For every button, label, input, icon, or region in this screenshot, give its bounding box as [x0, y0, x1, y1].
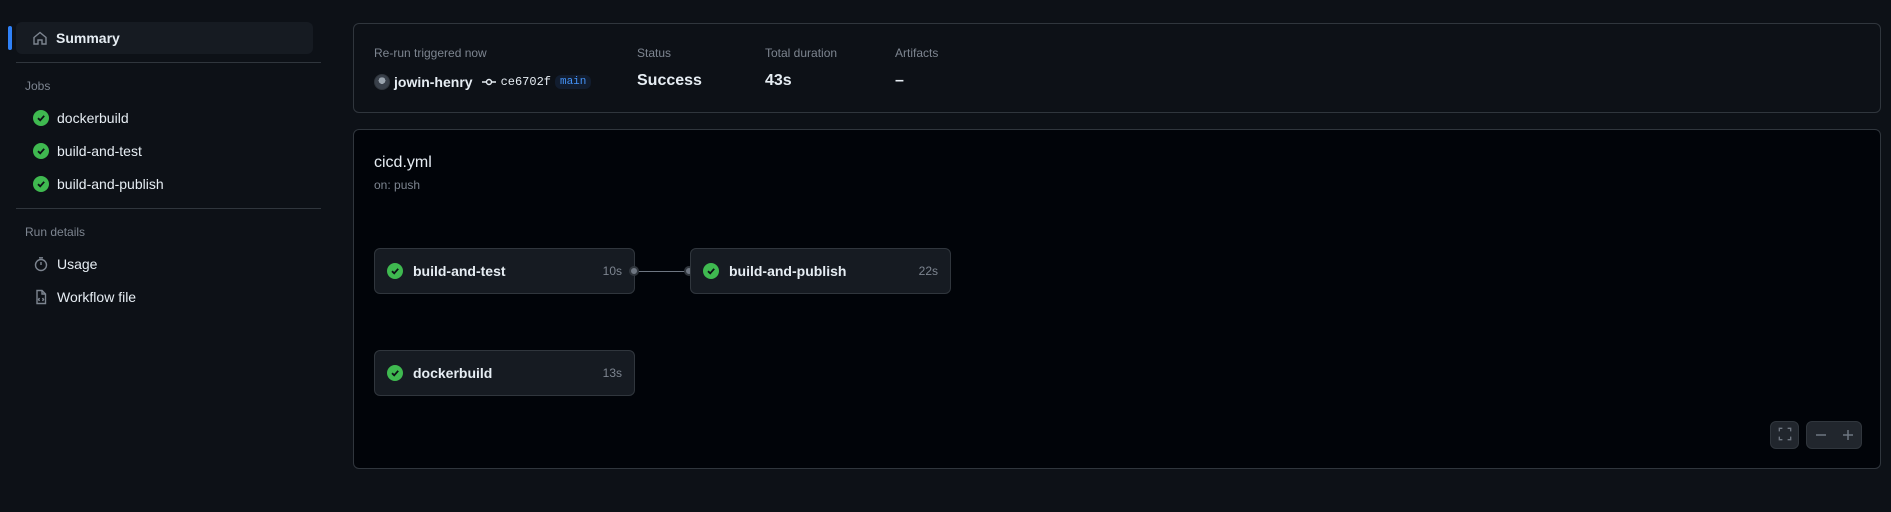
avatar[interactable]: [374, 74, 390, 90]
sidebar-item-label: build-and-test: [57, 142, 142, 159]
zoom-controls: [1806, 421, 1862, 449]
sidebar-item-build-and-publish[interactable]: build-and-publish: [16, 167, 313, 200]
sidebar-item-label: dockerbuild: [57, 109, 129, 126]
active-indicator: [8, 26, 12, 50]
check-circle-icon: [703, 263, 719, 279]
workflow-file-title[interactable]: cicd.yml: [374, 154, 432, 172]
status-label: Status: [637, 46, 672, 60]
run-details-list: Usage Workflow file: [8, 247, 313, 313]
divider: [16, 62, 321, 63]
zoom-in-button[interactable]: [1834, 422, 1861, 448]
check-circle-icon: [33, 142, 49, 159]
sidebar-item-build-and-test[interactable]: build-and-test: [16, 134, 313, 167]
actor-link[interactable]: jowin-henry: [394, 74, 473, 90]
run-details-heading: Run details: [25, 225, 86, 239]
plus-icon: [1842, 430, 1853, 440]
job-name: build-and-publish: [729, 263, 847, 279]
sidebar-item-summary[interactable]: Summary: [8, 22, 313, 54]
job-node-build-and-publish[interactable]: build-and-publish 22s: [690, 248, 951, 294]
job-name: build-and-test: [413, 263, 506, 279]
job-duration: 10s: [602, 264, 622, 278]
job-node-build-and-test[interactable]: build-and-test 10s: [374, 248, 635, 294]
duration-value: 43s: [765, 72, 792, 89]
check-circle-icon: [387, 365, 403, 381]
sidebar-item-usage[interactable]: Usage: [16, 247, 313, 280]
job-duration: 22s: [918, 264, 938, 278]
sidebar-item-dockerbuild[interactable]: dockerbuild: [16, 101, 313, 134]
fullscreen-button[interactable]: [1770, 421, 1799, 449]
check-circle-icon: [33, 109, 49, 126]
file-code-icon: [33, 289, 49, 305]
status-value: Success: [637, 72, 702, 89]
jobs-heading: Jobs: [25, 79, 51, 93]
trigger-label: Re-run triggered now: [374, 46, 487, 60]
zoom-out-button[interactable]: [1807, 422, 1834, 448]
sidebar-item-label: Usage: [57, 255, 98, 272]
workflow-trigger: on: push: [374, 178, 421, 192]
connector-line: [639, 271, 685, 272]
sidebar-item-label: Workflow file: [57, 288, 137, 305]
home-icon: [32, 30, 48, 46]
screen-full-icon: [1778, 427, 1792, 444]
sidebar-item-label: build-and-publish: [57, 175, 164, 192]
branch-badge[interactable]: main: [554, 75, 592, 89]
stopwatch-icon: [33, 256, 49, 272]
duration-label: Total duration: [765, 46, 838, 60]
run-summary-card: Re-run triggered now jowin-henry ce6702f…: [353, 23, 1881, 113]
artifacts-value: –: [895, 72, 904, 89]
artifacts-label: Artifacts: [895, 46, 939, 60]
artifacts-info: Artifacts –: [895, 46, 938, 90]
job-node-dockerbuild[interactable]: dockerbuild 13s: [374, 350, 635, 396]
workflow-graph-card: cicd.yml on: push build-and-test 10s bui…: [353, 129, 1881, 469]
jobs-list: dockerbuild build-and-test build-and-pub…: [8, 101, 313, 200]
job-duration: 13s: [602, 366, 622, 380]
check-circle-icon: [33, 175, 49, 192]
sidebar-item-workflow-file[interactable]: Workflow file: [16, 280, 313, 313]
dash-icon: [1815, 434, 1826, 436]
check-circle-icon: [387, 263, 403, 279]
duration-info: Total duration 43s: [765, 46, 837, 90]
divider: [16, 208, 321, 209]
status-info: Status Success: [637, 46, 702, 90]
connector-dot: [629, 266, 639, 276]
git-commit-icon: [481, 74, 497, 90]
sidebar-item-label: Summary: [56, 30, 120, 46]
run-sidebar: Summary Jobs dockerbuild build-and-test …: [8, 22, 321, 313]
commit-sha-link[interactable]: ce6702f: [501, 75, 551, 89]
job-name: dockerbuild: [413, 365, 493, 381]
trigger-info: Re-run triggered now jowin-henry ce6702f…: [374, 46, 592, 92]
